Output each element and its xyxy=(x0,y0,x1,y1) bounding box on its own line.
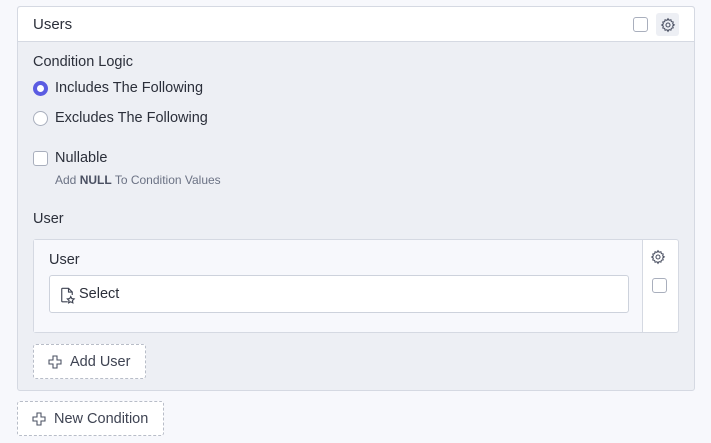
radio-excludes-label[interactable]: Excludes The Following xyxy=(55,110,208,126)
document-star-icon xyxy=(58,286,76,309)
plus-outline-icon xyxy=(32,411,46,426)
user-field-content: User Select xyxy=(34,240,643,332)
user-select[interactable]: Select xyxy=(49,275,629,313)
nullable-label[interactable]: Nullable xyxy=(55,150,107,166)
nullable-checkbox[interactable] xyxy=(33,151,48,166)
user-field-checkbox[interactable] xyxy=(652,278,667,293)
user-field-box: User Select xyxy=(33,239,679,333)
panel-select-checkbox[interactable] xyxy=(633,17,648,32)
panel-header: Users xyxy=(18,7,694,42)
user-section-label: User xyxy=(33,211,64,227)
radio-includes-label[interactable]: Includes The Following xyxy=(55,80,203,96)
gear-icon xyxy=(650,249,666,265)
user-field-settings-button[interactable] xyxy=(650,249,666,270)
condition-logic-label: Condition Logic xyxy=(33,54,133,70)
gear-icon xyxy=(660,17,675,32)
add-user-label: Add User xyxy=(70,353,131,370)
plus-outline-icon xyxy=(48,354,62,369)
user-field-label: User xyxy=(49,252,80,268)
new-condition-button[interactable]: New Condition xyxy=(17,401,164,436)
user-select-placeholder: Select xyxy=(79,286,120,302)
nullable-hint: Add NULL To Condition Values xyxy=(55,173,221,187)
radio-excludes[interactable] xyxy=(33,111,48,126)
panel-title: Users xyxy=(33,16,73,33)
add-user-button[interactable]: Add User xyxy=(33,344,146,379)
new-condition-label: New Condition xyxy=(54,410,149,427)
radio-includes[interactable] xyxy=(33,81,48,96)
users-condition-panel: Users Condition Logic Includes The Follo… xyxy=(17,6,695,391)
panel-settings-button[interactable] xyxy=(656,13,679,36)
